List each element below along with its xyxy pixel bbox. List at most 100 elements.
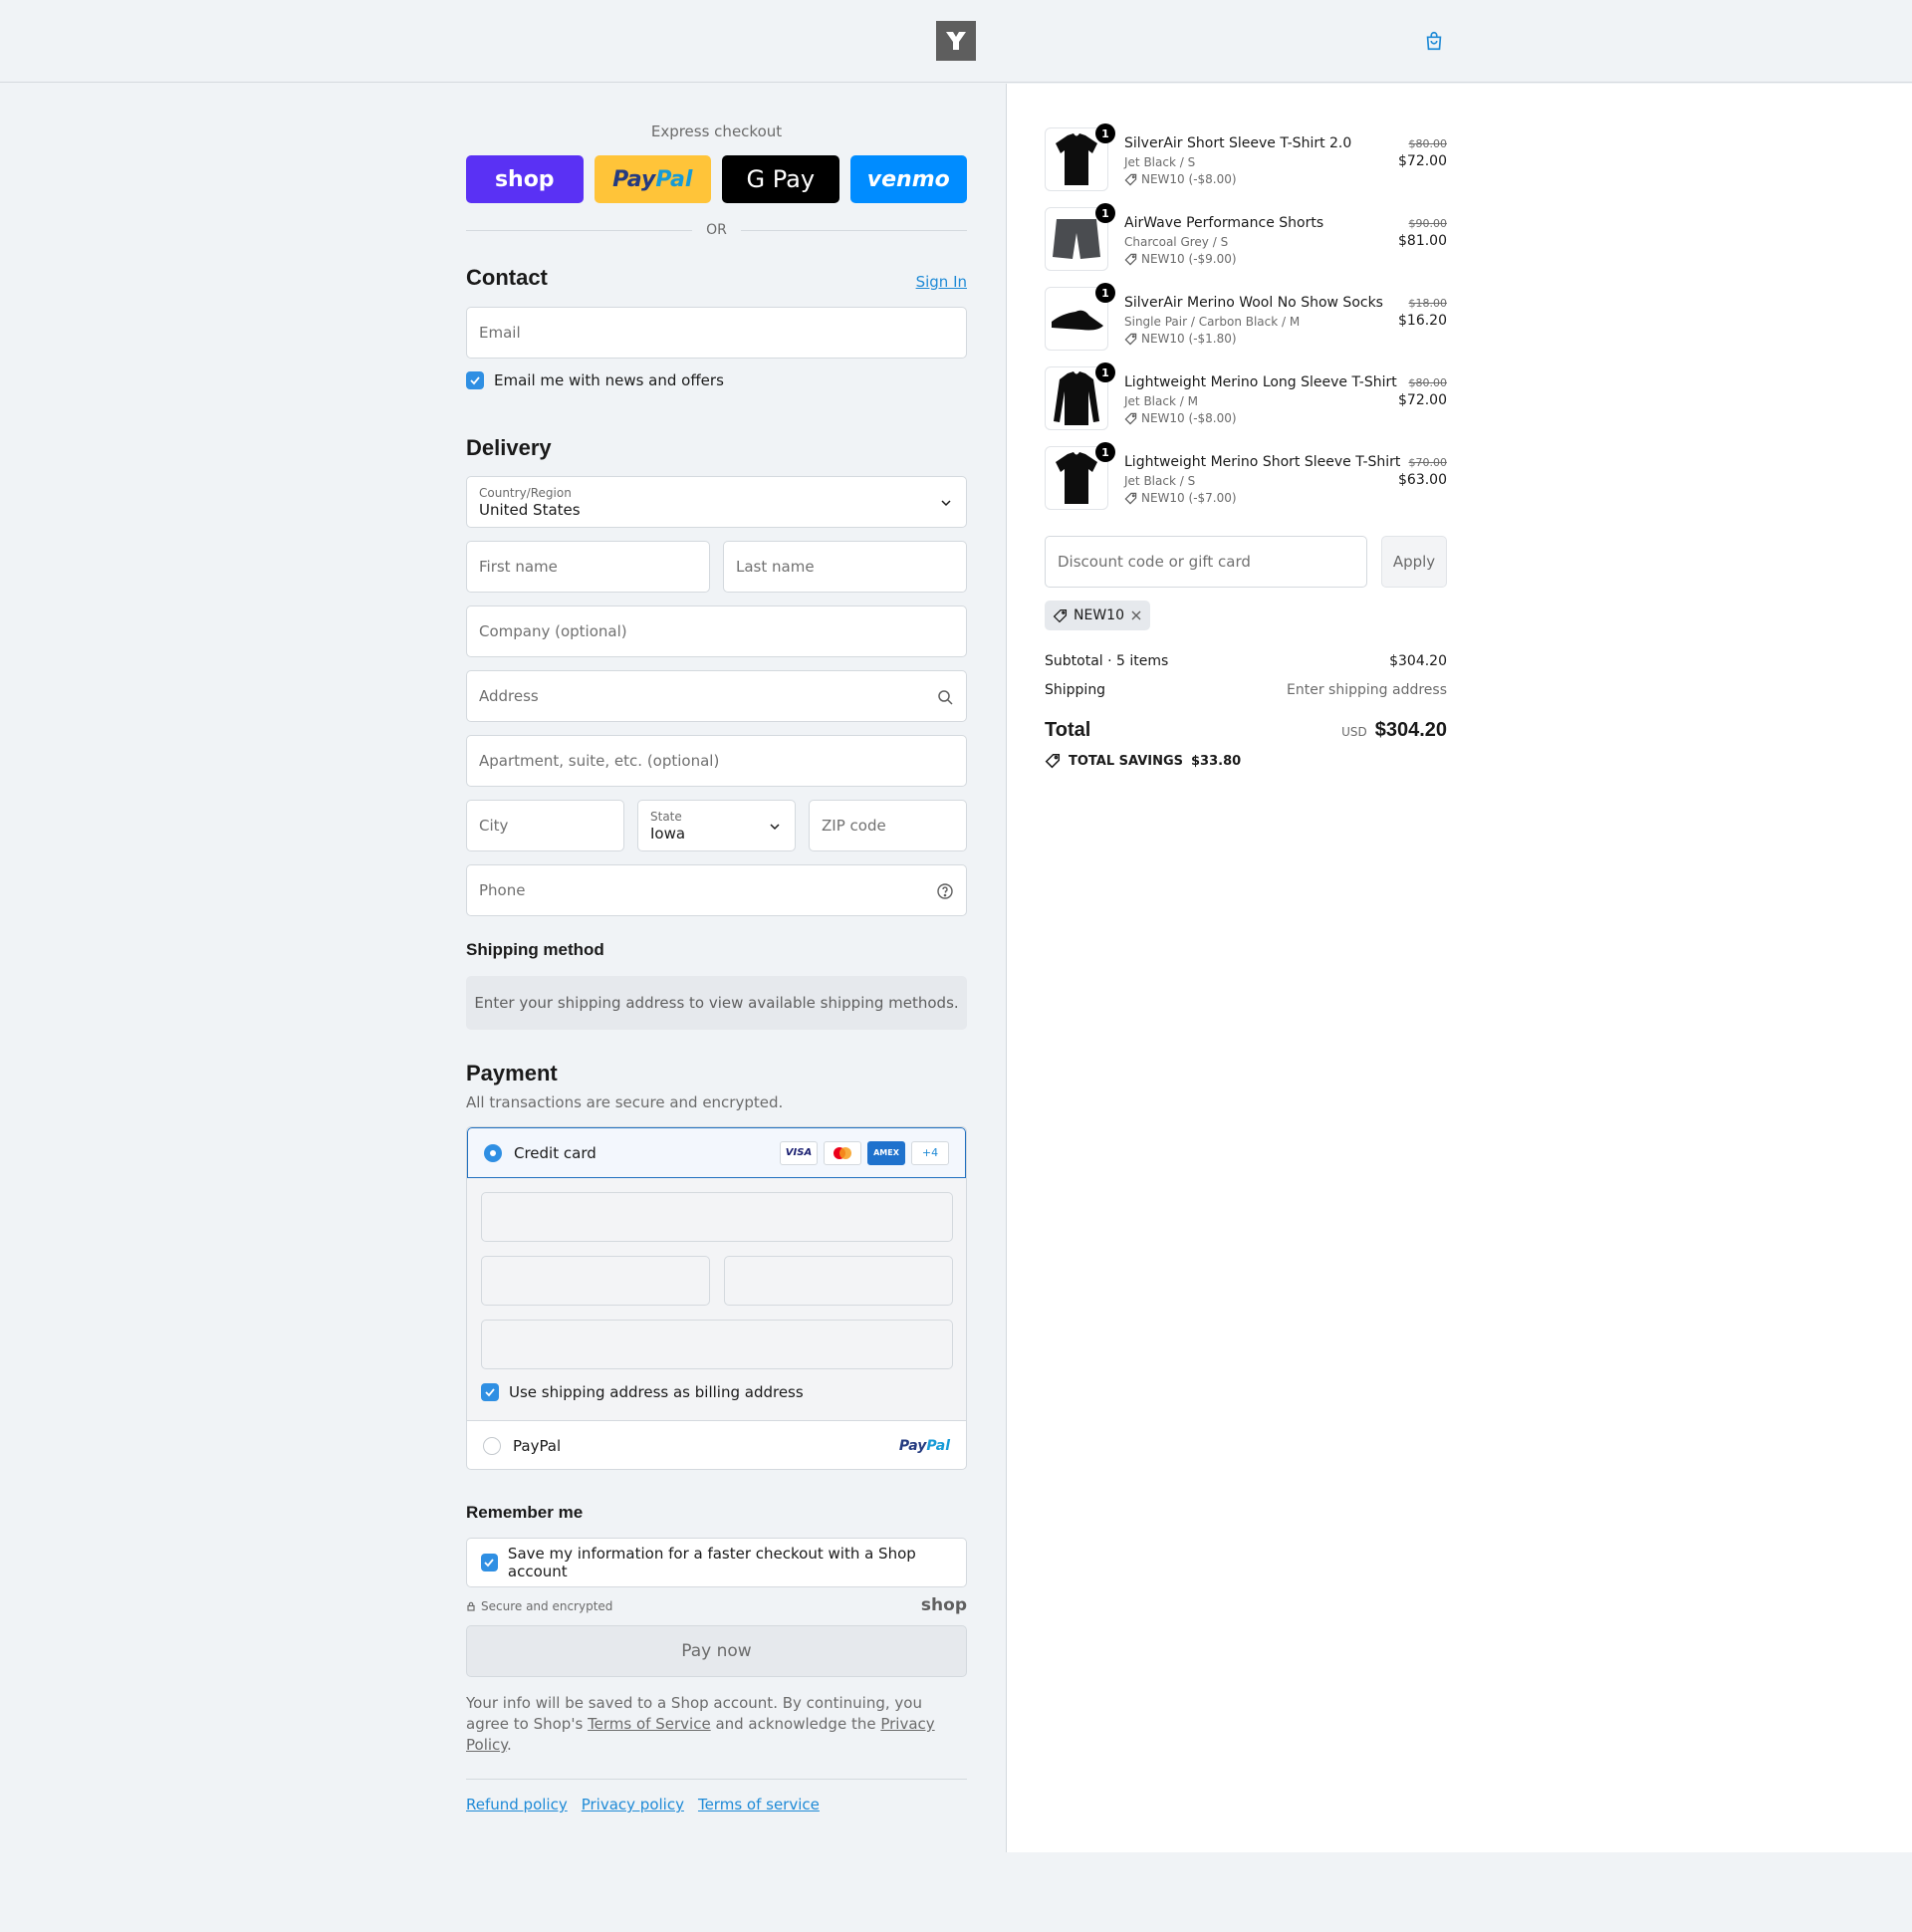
last-name-field[interactable] — [723, 541, 967, 593]
zip-field[interactable] — [809, 800, 967, 851]
remember-me-checkbox[interactable] — [481, 1554, 498, 1571]
product-variant: Jet Black / M — [1124, 394, 1198, 408]
savings-value: $33.80 — [1191, 753, 1242, 769]
company-field[interactable] — [466, 605, 967, 657]
divider-line — [740, 229, 967, 231]
tag-icon — [1124, 253, 1137, 265]
paypal-radio[interactable] — [483, 1437, 501, 1455]
google-pay-button[interactable]: G Pay — [722, 155, 839, 203]
terms-of-service-link[interactable]: Terms of service — [698, 1796, 820, 1813]
discounted-price: $16.20 — [1398, 313, 1447, 329]
search-icon — [938, 690, 953, 705]
product-variant: Jet Black / S — [1124, 155, 1196, 169]
applied-discount-chip: NEW10 — [1045, 601, 1150, 630]
privacy-policy-link[interactable]: Privacy policy — [582, 1796, 684, 1813]
address-field[interactable] — [466, 670, 967, 722]
footer-divider — [466, 1779, 967, 1780]
product-variant: Single Pair / Carbon Black / M — [1124, 315, 1301, 329]
amex-label: AMEX — [873, 1148, 899, 1157]
discount-code-input[interactable] — [1058, 553, 1354, 571]
remember-me-label: Save my information for a faster checkou… — [507, 1545, 916, 1580]
apply-discount-button[interactable]: Apply — [1381, 536, 1447, 588]
tshirt-icon — [1056, 133, 1097, 185]
credit-card-form: Use shipping address as billing address — [467, 1178, 966, 1421]
chevron-down-icon — [770, 824, 780, 831]
apartment-input[interactable] — [479, 752, 954, 770]
tshirt-icon — [1056, 452, 1097, 504]
header — [0, 0, 1912, 83]
pay-now-button[interactable]: Pay now — [466, 1625, 967, 1677]
billing-address-checkbox[interactable] — [481, 1383, 499, 1401]
card-number-field[interactable] — [481, 1192, 953, 1242]
paypal-option[interactable]: PayPal PayPal — [467, 1421, 966, 1469]
security-code-field[interactable] — [724, 1256, 953, 1306]
sign-in-link[interactable]: Sign In — [916, 273, 967, 291]
visa-label: VISA — [785, 1147, 813, 1158]
card-logos: VISA AMEX +4 — [780, 1140, 949, 1165]
total-amount-group: USD $304.20 — [1341, 719, 1447, 742]
newsletter-checkbox[interactable] — [466, 371, 484, 389]
legal-notice: Your info will be saved to a Shop accoun… — [466, 1693, 967, 1756]
shop-pay-button[interactable]: shop — [466, 155, 584, 203]
secure-encrypted-note: Secure and encrypted — [466, 1599, 612, 1613]
original-price: $70.00 — [1408, 456, 1448, 469]
lock-icon — [467, 1601, 475, 1611]
product-name: Lightweight Merino Long Sleeve T-Shirt — [1124, 374, 1397, 390]
product-thumbnail: 1 — [1045, 442, 1115, 510]
zip-input[interactable] — [822, 817, 954, 835]
subtotal-row: Subtotal · 5 items $304.20 — [1045, 653, 1447, 669]
legal-text-3: . — [507, 1736, 512, 1754]
name-on-card-field[interactable] — [481, 1320, 953, 1369]
country-select[interactable]: Country/Region United States — [466, 476, 967, 528]
paypal-option-label: PayPal — [513, 1437, 562, 1455]
applied-code: NEW10 — [1074, 607, 1124, 623]
billing-address-checkbox-row[interactable]: Use shipping address as billing address — [481, 1383, 804, 1401]
phone-field[interactable] — [466, 864, 967, 916]
shipping-label: Shipping — [1045, 682, 1106, 698]
shopping-bag-icon[interactable] — [1423, 30, 1445, 52]
shipping-row: Shipping Enter shipping address — [1045, 682, 1447, 698]
phone-input[interactable] — [479, 881, 954, 899]
close-icon[interactable] — [1130, 609, 1142, 621]
express-wallets: shop Pay Pal G Pay venmo — [466, 155, 967, 203]
credit-card-option[interactable]: Credit card VISA AMEX +4 — [467, 1127, 966, 1178]
or-divider: OR — [466, 220, 967, 240]
store-logo[interactable] — [936, 21, 976, 61]
credit-card-radio[interactable] — [484, 1143, 502, 1162]
expiration-date-field[interactable] — [481, 1256, 710, 1306]
subtotal-value: $304.20 — [1389, 653, 1447, 669]
company-input[interactable] — [479, 622, 954, 640]
refund-policy-link[interactable]: Refund policy — [466, 1796, 568, 1813]
apartment-field[interactable] — [466, 735, 967, 787]
order-summary: 1 SilverAir Short Sleeve T-Shirt 2.0 Jet… — [1045, 84, 1447, 1852]
product-discount: NEW10 (-$8.00) — [1124, 172, 1237, 186]
city-input[interactable] — [479, 817, 611, 835]
first-name-input[interactable] — [479, 558, 697, 576]
newsletter-checkbox-row[interactable]: Email me with news and offers — [466, 371, 724, 389]
shorts-icon — [1053, 219, 1100, 259]
socks-icon — [1052, 310, 1103, 331]
paypal-button[interactable]: Pay Pal — [594, 155, 711, 203]
state-select[interactable]: State Iowa — [637, 800, 796, 851]
shop-pay-label: shop — [494, 166, 555, 192]
shop-terms-link[interactable]: Terms of Service — [588, 1715, 711, 1733]
help-circle-icon[interactable] — [936, 882, 954, 900]
original-price: $80.00 — [1408, 376, 1448, 389]
delivery-title: Delivery — [466, 435, 552, 460]
cart-item: 1 SilverAir Merino Wool No Show Socks Si… — [1045, 283, 1447, 353]
payment-subtitle: All transactions are secure and encrypte… — [466, 1093, 784, 1111]
tag-icon — [1124, 492, 1137, 504]
discount-code-field[interactable] — [1045, 536, 1367, 588]
city-field[interactable] — [466, 800, 624, 851]
email-field[interactable] — [466, 307, 967, 359]
first-name-field[interactable] — [466, 541, 710, 593]
order-summary-panel: 1 SilverAir Short Sleeve T-Shirt 2.0 Jet… — [1006, 84, 1912, 1852]
address-input[interactable] — [479, 687, 954, 705]
contact-title: Contact — [466, 265, 548, 290]
venmo-button[interactable]: venmo — [849, 155, 967, 203]
quantity-badge: 1 — [1095, 123, 1115, 143]
last-name-input[interactable] — [736, 558, 954, 576]
more-cards-badge[interactable]: +4 — [911, 1140, 949, 1165]
remember-me-option[interactable]: Save my information for a faster checkou… — [466, 1538, 967, 1587]
email-input[interactable] — [479, 324, 954, 342]
